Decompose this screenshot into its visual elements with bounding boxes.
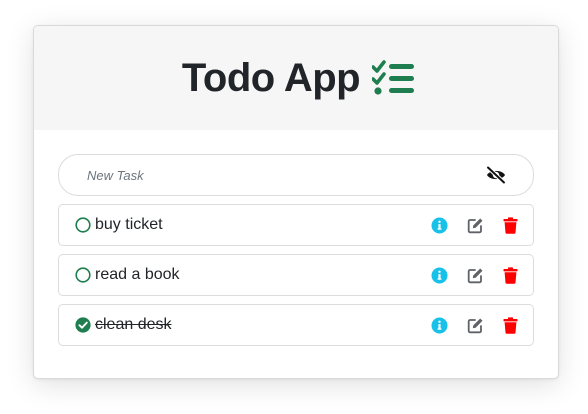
trash-icon[interactable]: [501, 216, 519, 234]
task-item: read a book: [58, 254, 534, 296]
app-title: Todo App: [181, 56, 361, 100]
eye-slash-icon[interactable]: [485, 165, 507, 185]
task-item: clean desk: [58, 304, 534, 346]
todo-card: Todo App New Task buy ticket read a book…: [33, 25, 559, 379]
info-circle-icon[interactable]: [430, 266, 448, 284]
new-task-field: [58, 154, 534, 196]
task-label: clean desk: [95, 316, 172, 333]
info-circle-icon[interactable]: [430, 216, 448, 234]
task-item: buy ticket: [58, 204, 534, 246]
circle-checkbox-icon[interactable]: [75, 217, 91, 233]
trash-icon[interactable]: [501, 266, 519, 284]
check-circle-icon[interactable]: [75, 317, 91, 333]
new-task-input[interactable]: [87, 155, 467, 195]
edit-icon[interactable]: [466, 266, 484, 284]
card-header: Todo App: [34, 26, 558, 130]
edit-icon[interactable]: [466, 316, 484, 334]
trash-icon[interactable]: [501, 316, 519, 334]
task-label: buy ticket: [95, 216, 163, 233]
task-label: read a book: [95, 266, 180, 283]
circle-checkbox-icon[interactable]: [75, 267, 91, 283]
info-circle-icon[interactable]: [430, 316, 448, 334]
list-check-icon: [372, 60, 415, 95]
edit-icon[interactable]: [466, 216, 484, 234]
